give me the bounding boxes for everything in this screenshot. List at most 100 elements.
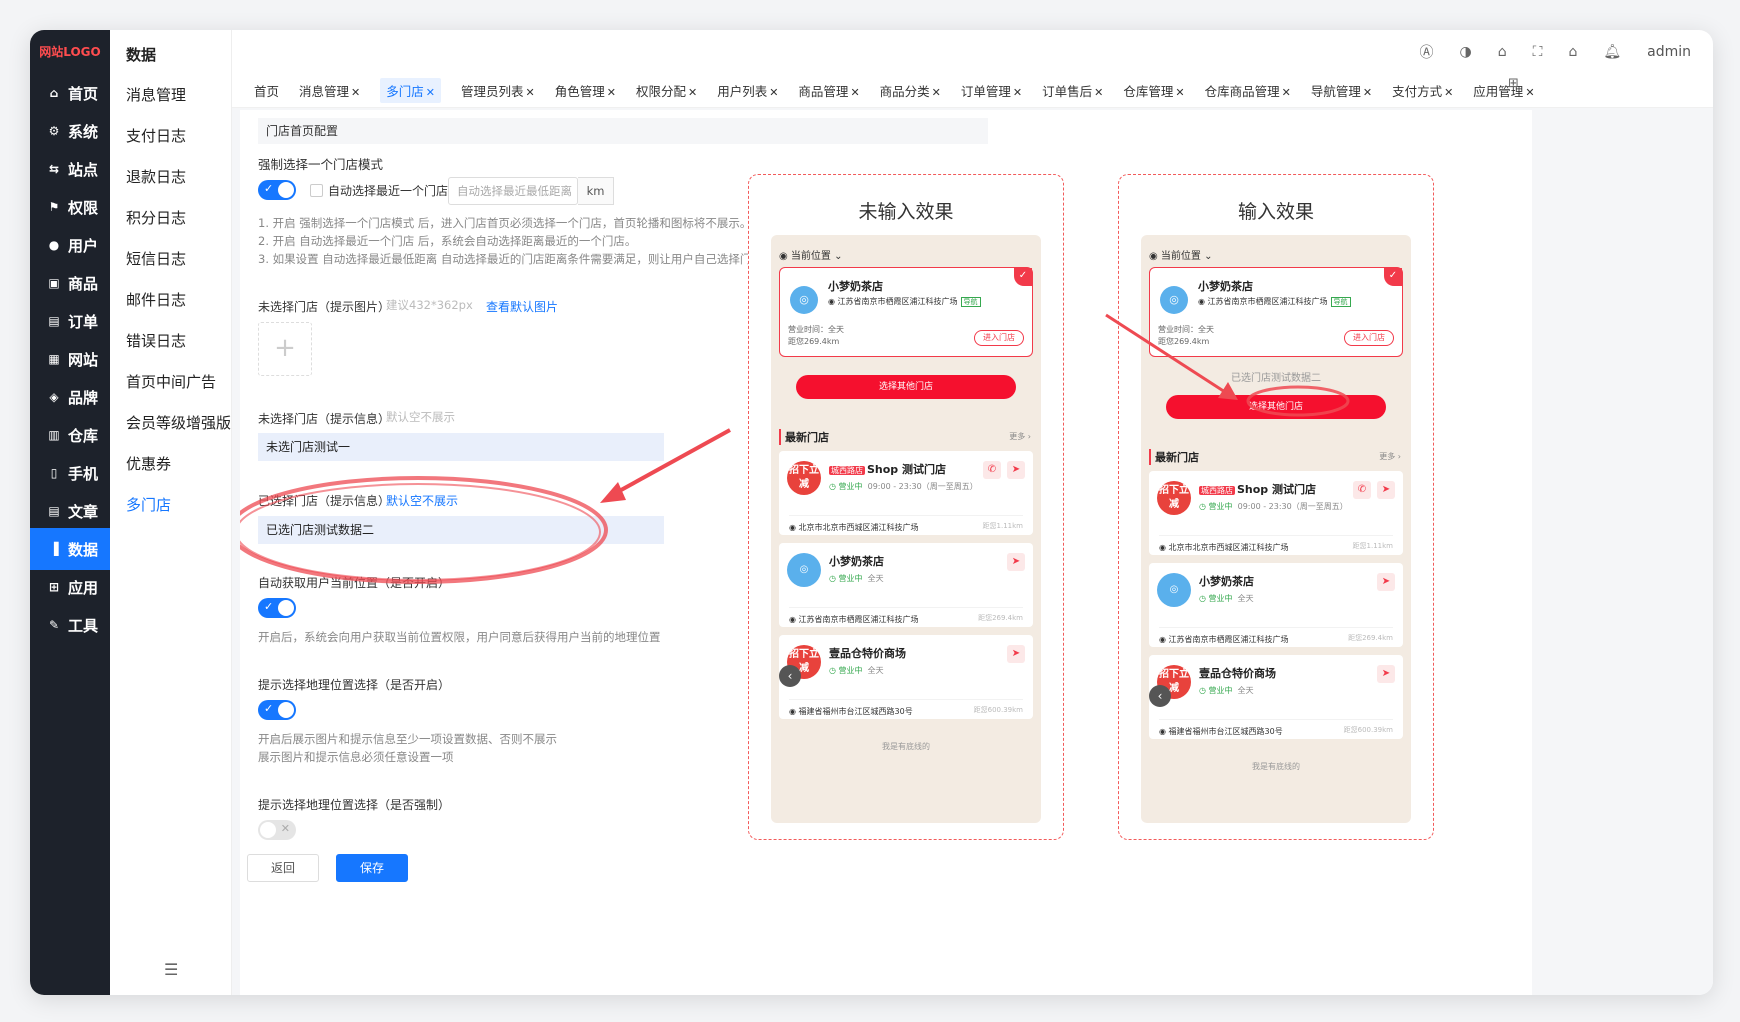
auto-location-toggle[interactable]: ✓ xyxy=(258,598,296,618)
tab-item[interactable]: 支付方式 ✕ xyxy=(1392,81,1453,100)
theme-icon[interactable]: ◑ xyxy=(1460,44,1472,60)
close-icon[interactable]: ✕ xyxy=(426,86,435,99)
collapse-menu-icon[interactable]: ☰ xyxy=(164,960,178,979)
force-mode-toggle[interactable]: ✓ xyxy=(258,180,296,200)
tab-item[interactable]: 仓库商品管理 ✕ xyxy=(1205,81,1291,100)
back-arrow-icon[interactable]: ‹ xyxy=(779,665,801,687)
submenu-item[interactable]: 优惠券 xyxy=(126,453,171,474)
bell-icon[interactable]: 🔔︎ xyxy=(1603,44,1621,60)
translate-icon[interactable]: Ⓐ xyxy=(1420,42,1434,62)
auto-nearest-checkbox[interactable] xyxy=(310,184,323,197)
phone-icon[interactable]: ✆ xyxy=(983,461,1001,479)
sidebar-item-5[interactable]: ▣ 商品 xyxy=(30,262,110,304)
close-icon[interactable]: ✕ xyxy=(1444,86,1453,99)
navigate-icon[interactable]: ➤ xyxy=(1377,481,1395,499)
sidebar-item-2[interactable]: ⇆ 站点 xyxy=(30,148,110,190)
sidebar-item-3[interactable]: ⚑ 权限 xyxy=(30,186,110,228)
tab-item[interactable]: 消息管理 ✕ xyxy=(299,81,360,100)
tab-item[interactable]: 用户列表 ✕ xyxy=(717,81,778,100)
home-icon[interactable]: ⌂ xyxy=(1568,44,1577,60)
selected-store-card[interactable]: ✓ ◎ 小梦奶茶店 ◉ 江苏省南京市栖霞区浦江科技广场 导航 营业时间：全天 距您2… xyxy=(1149,267,1403,357)
grid-icon[interactable]: ⊞ xyxy=(1508,76,1697,91)
sidebar-item-7[interactable]: ▦ 网站 xyxy=(30,338,110,380)
close-icon[interactable]: ✕ xyxy=(850,86,859,99)
unselected-info-input[interactable]: 未选门店测试一 xyxy=(258,433,664,461)
close-icon[interactable]: ✕ xyxy=(688,86,697,99)
navigate-icon[interactable]: ➤ xyxy=(1007,553,1025,571)
tab-item[interactable]: 导航管理 ✕ xyxy=(1311,81,1372,100)
tab-item[interactable]: 订单管理 ✕ xyxy=(961,81,1022,100)
tab-item[interactable]: 订单售后 ✕ xyxy=(1042,81,1103,100)
phone-icon[interactable]: ✆ xyxy=(1353,481,1371,499)
sidebar-item-12[interactable]: ▐ 数据 xyxy=(30,528,110,570)
close-icon[interactable]: ✕ xyxy=(351,86,360,99)
submenu-item[interactable]: 邮件日志 xyxy=(126,289,186,310)
close-icon[interactable]: ✕ xyxy=(526,86,535,99)
sidebar-item-11[interactable]: ▤ 文章 xyxy=(30,490,110,532)
tab-item[interactable]: 角色管理 ✕ xyxy=(555,81,616,100)
select-other-store-button[interactable]: 选择其他门店 xyxy=(796,375,1016,399)
sidebar-item-0[interactable]: ⌂ 首页 xyxy=(30,72,110,114)
submenu-item[interactable]: 错误日志 xyxy=(126,330,186,351)
view-default-image-link[interactable]: 查看默认图片 xyxy=(486,298,558,315)
store-item[interactable]: 招下立减 壹品仓特价商场 ◷ 营业中 全天 ➤ ◉ 福建省福州市台江区城西路30… xyxy=(779,635,1033,719)
distance-input[interactable]: 自动选择最近最低距离 xyxy=(448,177,578,205)
submenu-item[interactable]: 会员等级增强版 xyxy=(126,412,231,433)
tab-item[interactable]: 权限分配 ✕ xyxy=(636,81,697,100)
close-icon[interactable]: ✕ xyxy=(1013,86,1022,99)
store-item[interactable]: ◎ 小梦奶茶店 ◷ 营业中 全天 ➤ ◉ 江苏省南京市栖霞区浦江科技广场 距您2… xyxy=(779,543,1033,627)
sidebar-item-1[interactable]: ⚙ 系统 xyxy=(30,110,110,152)
submenu-item[interactable]: 短信日志 xyxy=(126,248,186,269)
close-icon[interactable]: ✕ xyxy=(1282,86,1291,99)
navigate-icon[interactable]: ➤ xyxy=(1007,645,1025,663)
prompt-location-toggle[interactable]: ✓ xyxy=(258,700,296,720)
sidebar-item-9[interactable]: ▥ 仓库 xyxy=(30,414,110,456)
submenu-item[interactable]: 积分日志 xyxy=(126,207,186,228)
close-icon[interactable]: ✕ xyxy=(1363,86,1372,99)
navigate-icon[interactable]: ➤ xyxy=(1007,461,1025,479)
current-location[interactable]: ◉ 当前位置 ⌄ xyxy=(1149,247,1212,262)
selected-info-input[interactable]: 已选门店测试数据二 xyxy=(258,516,664,544)
sidebar-item-8[interactable]: ◈ 品牌 xyxy=(30,376,110,418)
tab-item[interactable]: 商品管理 ✕ xyxy=(798,81,859,100)
submenu-item[interactable]: 支付日志 xyxy=(126,125,186,146)
navigate-icon[interactable]: ➤ xyxy=(1377,665,1395,683)
sidebar-item-10[interactable]: ▯ 手机 xyxy=(30,452,110,494)
close-icon[interactable]: ✕ xyxy=(1175,86,1184,99)
tab-item[interactable]: 仓库管理 ✕ xyxy=(1123,81,1184,100)
close-icon[interactable]: ✕ xyxy=(607,86,616,99)
close-icon[interactable]: ✕ xyxy=(1094,86,1103,99)
current-location[interactable]: ◉ 当前位置 ⌄ xyxy=(779,247,842,262)
store-item[interactable]: 招下立减 城西路店 Shop 测试门店 ◷ 营业中 09:00 - 23:30（周… xyxy=(779,451,1033,535)
user-name[interactable]: admin xyxy=(1647,44,1691,60)
submenu-item[interactable]: 退款日志 xyxy=(126,166,186,187)
back-button[interactable]: 返回 xyxy=(247,854,319,882)
save-button[interactable]: 保存 xyxy=(336,854,408,882)
select-other-store-button[interactable]: 选择其他门店 xyxy=(1166,395,1386,419)
enter-store-button[interactable]: 进入门店 xyxy=(1344,330,1394,346)
close-icon[interactable]: ✕ xyxy=(769,86,778,99)
tab-item[interactable]: 商品分类 ✕ xyxy=(880,81,941,100)
sidebar-item-13[interactable]: ⊞ 应用 xyxy=(30,566,110,608)
submenu-item[interactable]: 消息管理 xyxy=(126,84,186,105)
more-link[interactable]: 更多 › xyxy=(1379,451,1401,462)
selected-store-card[interactable]: ✓ ◎ 小梦奶茶店 ◉ 江苏省南京市栖霞区浦江科技广场 导航 营业时间：全天 距您2… xyxy=(779,267,1033,357)
clear-cache-icon[interactable]: ⌂ xyxy=(1498,44,1507,60)
close-icon[interactable]: ✕ xyxy=(932,86,941,99)
more-link[interactable]: 更多 › xyxy=(1009,431,1031,442)
back-arrow-icon[interactable]: ‹ xyxy=(1149,685,1171,707)
fullscreen-icon[interactable]: ⛶ xyxy=(1533,44,1543,60)
submenu-item[interactable]: 首页中间广告 xyxy=(126,371,216,392)
upload-image-button[interactable]: + xyxy=(258,322,312,376)
enter-store-button[interactable]: 进入门店 xyxy=(974,330,1024,346)
sidebar-item-6[interactable]: ▤ 订单 xyxy=(30,300,110,342)
navigate-icon[interactable]: ➤ xyxy=(1377,573,1395,591)
store-item[interactable]: 招下立减 城西路店 Shop 测试门店 ◷ 营业中 09:00 - 23:30（周… xyxy=(1149,471,1403,555)
sidebar-item-4[interactable]: ● 用户 xyxy=(30,224,110,266)
prompt-force-toggle[interactable]: ✕ xyxy=(258,820,296,840)
submenu-item[interactable]: 多门店 xyxy=(126,494,171,515)
store-item[interactable]: ◎ 小梦奶茶店 ◷ 营业中 全天 ➤ ◉ 江苏省南京市栖霞区浦江科技广场 距您2… xyxy=(1149,563,1403,647)
sidebar-item-14[interactable]: ✎ 工具 xyxy=(30,604,110,646)
store-item[interactable]: 招下立减 壹品仓特价商场 ◷ 营业中 全天 ➤ ◉ 福建省福州市台江区城西路30… xyxy=(1149,655,1403,739)
tab-item[interactable]: 管理员列表 ✕ xyxy=(461,81,535,100)
